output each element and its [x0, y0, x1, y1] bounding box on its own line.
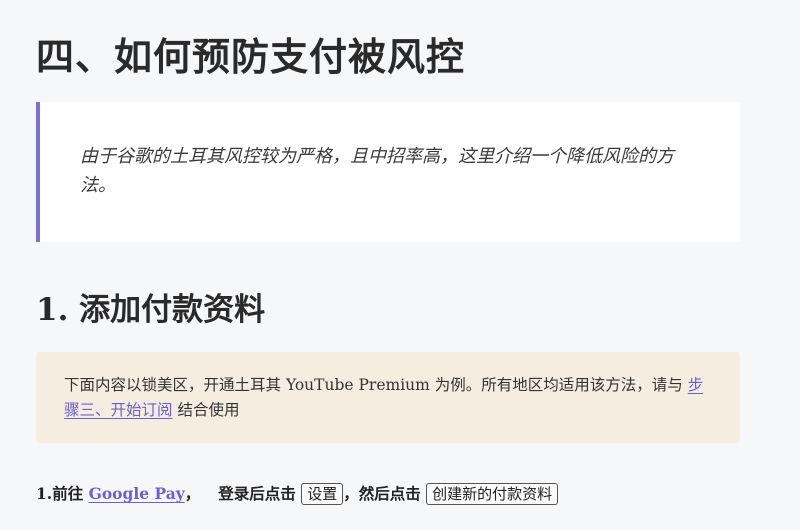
step-number: 1.: [36, 484, 53, 503]
google-pay-link[interactable]: Google Pay: [89, 484, 185, 503]
step-comma: ，: [184, 485, 201, 503]
notice-text-after: 结合使用: [172, 401, 240, 419]
subsection-title-text: 添加付款资料: [79, 292, 266, 328]
create-payment-profile-button[interactable]: 创建新的付款资料: [426, 483, 559, 505]
quote-text: 由于谷歌的土耳其风控较为严格，且中招率高，这里介绍一个降低风险的方法。: [80, 146, 674, 196]
settings-button[interactable]: 设置: [301, 483, 344, 505]
subsection-title: 1. 添加付款资料: [36, 284, 265, 329]
step-prefix: 前往: [52, 485, 89, 503]
subsection-number: 1.: [36, 292, 69, 328]
notice-product-name: YouTube Premium: [285, 376, 430, 394]
notice-text-before: 下面内容以锁美区，开通土耳其: [64, 376, 286, 394]
step-login-text: 登录后点击: [218, 485, 296, 503]
quote-block: 由于谷歌的土耳其风控较为严格，且中招率高，这里介绍一个降低风险的方法。: [36, 102, 740, 242]
step-then-text: ，然后点击: [343, 485, 421, 503]
notice-box: 下面内容以锁美区，开通土耳其 YouTube Premium 为例。所有地区均适…: [36, 352, 740, 443]
step-1-instruction: 1.前往 Google Pay， 登录后点击 设置 ，然后点击 创建新的付款资料: [36, 482, 796, 505]
notice-text-middle: 为例。所有地区均适用该方法，请与: [429, 376, 688, 394]
section-title: 四、如何预防支付被风控: [36, 35, 466, 79]
